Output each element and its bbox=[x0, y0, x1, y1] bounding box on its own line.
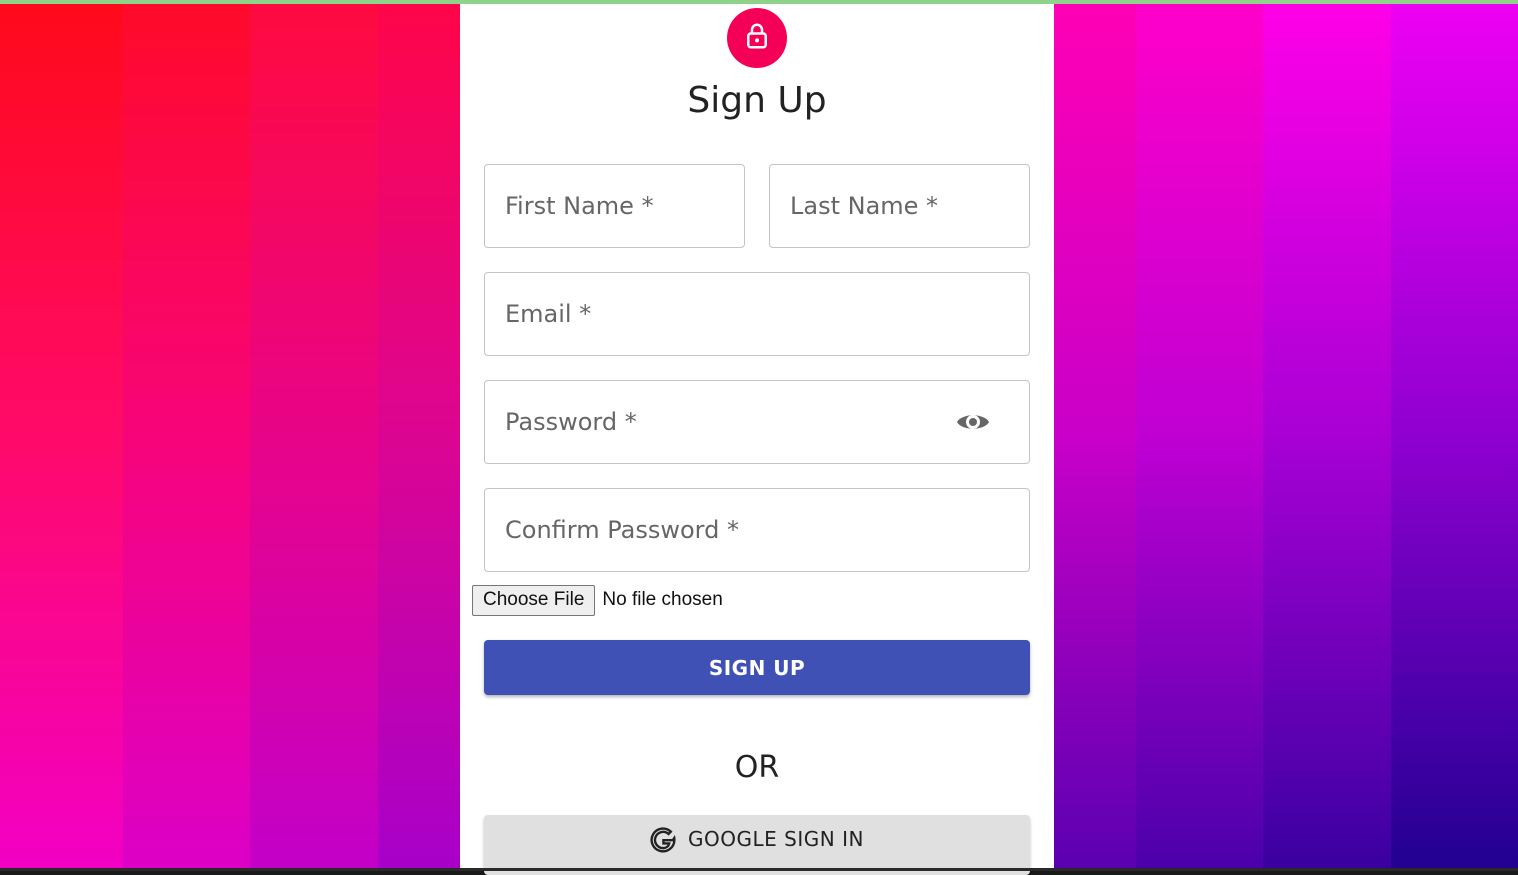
eye-icon[interactable] bbox=[955, 407, 991, 437]
file-status: No file chosen bbox=[602, 589, 723, 610]
file-upload: Choose File No file chosen bbox=[472, 584, 723, 616]
sign-up-button[interactable]: SIGN UP bbox=[484, 640, 1030, 695]
background-left bbox=[0, 4, 460, 868]
confirm-password-input[interactable] bbox=[505, 489, 1005, 571]
google-sign-in-button[interactable]: GOOGLE SIGN IN bbox=[484, 815, 1030, 875]
last-name-input[interactable] bbox=[790, 165, 1010, 247]
password-input[interactable] bbox=[505, 381, 925, 463]
google-g-icon bbox=[650, 827, 676, 853]
last-name-field[interactable] bbox=[769, 164, 1030, 248]
email-input[interactable] bbox=[505, 273, 1005, 355]
or-divider: OR bbox=[734, 750, 780, 785]
choose-file-button[interactable]: Choose File bbox=[472, 584, 596, 616]
page-title: Sign Up bbox=[687, 80, 827, 121]
signup-panel: Sign Up Choose File No file chosen SIGN … bbox=[460, 4, 1054, 875]
lock-icon bbox=[742, 21, 772, 55]
confirm-password-field[interactable] bbox=[484, 488, 1030, 572]
background-right bbox=[1054, 4, 1518, 868]
email-field[interactable] bbox=[484, 272, 1030, 356]
window-top-border bbox=[0, 0, 1518, 4]
first-name-field[interactable] bbox=[484, 164, 745, 248]
first-name-input[interactable] bbox=[505, 165, 725, 247]
avatar bbox=[727, 8, 787, 68]
password-field[interactable] bbox=[484, 380, 1030, 464]
google-sign-in-label: GOOGLE SIGN IN bbox=[688, 827, 864, 851]
